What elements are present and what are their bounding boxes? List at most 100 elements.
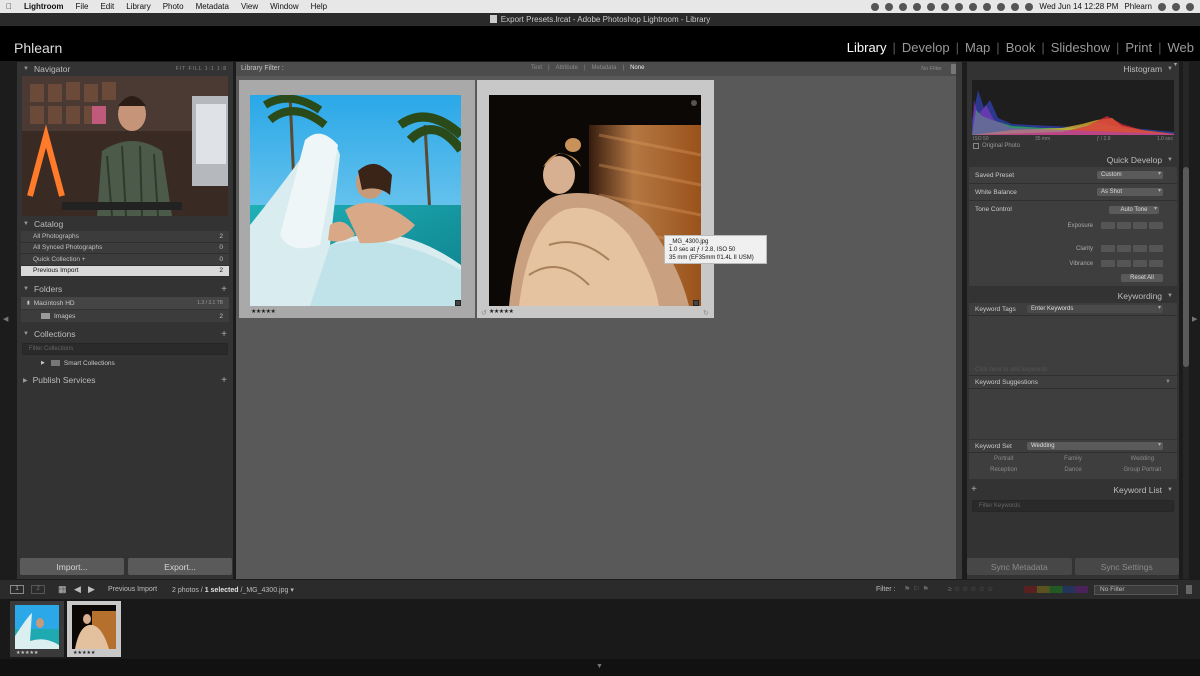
publish-services-header[interactable]: ▶ Publish Services + [17,373,233,387]
histogram-graph[interactable] [972,80,1174,135]
module-print[interactable]: Print [1119,40,1158,55]
menu-app-name[interactable]: Lightroom [18,2,70,11]
collapse-triangle-icon[interactable]: ▼ [23,331,29,337]
clarity-increase[interactable] [1133,245,1147,252]
navigator-header[interactable]: ▼ Navigator FIT FILL 1:1 1:8 [17,62,233,76]
quick-develop-header[interactable]: Quick Develop ▼ [967,153,1179,167]
vibrance-increase[interactable] [1133,260,1147,267]
photo-thumbnail[interactable] [250,95,461,306]
menu-photo[interactable]: Photo [157,2,190,11]
filter-metadata[interactable]: Metadata [592,65,617,71]
grid-view-icon[interactable]: ▦ [58,584,67,595]
keyword-set-dropdown[interactable]: Wedding [1027,441,1163,450]
left-panel-toggle-icon[interactable]: ◀ [3,315,8,323]
photo-thumbnail[interactable] [489,95,701,306]
siri-icon[interactable] [1172,2,1180,11]
status-icon[interactable] [927,2,936,11]
menu-file[interactable]: File [70,2,95,11]
export-button[interactable]: Export... [128,558,232,575]
collapse-triangle-icon[interactable]: ▼ [1167,487,1173,493]
saved-preset-dropdown[interactable]: Custom [1097,170,1163,179]
collection-set[interactable]: ▶ Smart Collections [21,357,229,369]
module-web[interactable]: Web [1162,40,1200,55]
back-arrow-icon[interactable]: ◀ [74,584,81,595]
spotlight-icon[interactable] [1158,2,1166,11]
clarity-decrease[interactable] [1117,245,1131,252]
menu-window[interactable]: Window [264,2,304,11]
battery-icon[interactable] [1011,2,1020,11]
collapse-triangle-icon[interactable]: ▼ [23,286,29,292]
primary-window-button[interactable]: 1 [10,585,24,594]
catalog-item[interactable]: All Synced Photographs 0 [21,242,229,254]
vibrance-decrease-large[interactable] [1101,260,1115,267]
vibrance-decrease[interactable] [1117,260,1131,267]
menubar-user[interactable]: Phlearn [1124,2,1152,11]
color-label-filter[interactable] [1024,586,1088,593]
exposure-decrease[interactable] [1117,222,1131,229]
grid-cell-selected[interactable]: ★★★★★ ↺ ↻ [477,80,714,318]
filmstrip[interactable]: ★★★★★ ★★★★★ [0,599,1200,659]
keyword-set-item[interactable]: Family [1038,456,1107,462]
volume-row[interactable]: ▮ Macintosh HD 1.3 / 3.1 TB [21,297,229,309]
grid-scrollbar[interactable] [956,62,962,579]
add-keyword-icon[interactable]: + [971,484,977,495]
filmstrip-source[interactable]: Previous Import [108,586,157,593]
airplay-icon[interactable] [983,2,992,11]
sync-settings-button[interactable]: Sync Settings [1074,558,1179,575]
menu-library[interactable]: Library [120,2,156,11]
white-balance-dropdown[interactable]: As Shot [1097,187,1163,196]
rotate-left-icon[interactable]: ↺ [481,309,487,317]
bluetooth-icon[interactable] [955,2,964,11]
expand-triangle-icon[interactable]: ▮ [27,300,30,306]
vibrance-increase-large[interactable] [1149,260,1163,267]
reset-all-button[interactable]: Reset All [1121,273,1163,282]
rotate-right-icon[interactable]: ↻ [703,309,709,317]
auto-tone-button[interactable]: Auto Tone [1109,205,1159,214]
notification-center-icon[interactable] [1186,2,1194,11]
navigator-preview[interactable] [22,76,228,216]
grid-cell[interactable]: ★★★★★ [239,80,475,318]
keywording-header[interactable]: Keywording ▼ [967,289,1179,303]
grid-view[interactable]: ★★★★★ ★★★★★ ↺ ↻ [236,76,956,579]
star-filter-icons[interactable]: ≥☆☆☆☆☆ [948,585,995,593]
catalog-item-selected[interactable]: Previous Import 2 [21,265,229,277]
secondary-window-button[interactable]: 2 [31,585,45,594]
filmstrip-filter-dropdown[interactable]: No Filter [1094,585,1178,595]
sync-metadata-button[interactable]: Sync Metadata [967,558,1072,575]
menu-metadata[interactable]: Metadata [190,2,235,11]
keyword-set-item[interactable]: Reception [969,467,1038,473]
folders-header[interactable]: ▼ Folders + [17,282,233,296]
star-rating[interactable]: ★★★★★ [489,308,514,315]
status-icon[interactable] [899,2,908,11]
flag-filter-icons[interactable]: ⚑⚐⚑ [904,585,932,593]
keyword-list-header[interactable]: + Keyword List ▼ [967,483,1179,497]
module-book[interactable]: Book [1000,40,1042,55]
module-develop[interactable]: Develop [896,40,956,55]
filter-preset-dropdown[interactable]: No Filter [921,66,942,72]
keyword-suggestions-row[interactable]: Keyword Suggestions ▼ [969,376,1177,389]
scrollbar-thumb[interactable] [1183,167,1189,367]
wifi-icon[interactable] [969,2,978,11]
clarity-decrease-large[interactable] [1101,245,1115,252]
module-library[interactable]: Library [841,40,893,55]
catalog-header[interactable]: ▼ Catalog [17,217,233,231]
collapse-triangle-icon[interactable]: ▼ [1167,66,1173,72]
volume-icon[interactable] [997,2,1006,11]
keyword-list-filter-input[interactable]: Filter Keywords [972,500,1174,512]
exposure-increase[interactable] [1133,222,1147,229]
filmstrip-count[interactable]: 2 photos / 1 selected /_MG_4300.jpg ▾ [172,586,294,594]
catalog-item[interactable]: All Photographs 2 [21,231,229,243]
star-rating[interactable]: ★★★★★ [251,308,276,315]
filter-lock-icon[interactable] [1186,585,1192,594]
exposure-decrease-large[interactable] [1101,222,1115,229]
collections-header[interactable]: ▼ Collections + [17,327,233,341]
clarity-increase-large[interactable] [1149,245,1163,252]
collapse-triangle-icon[interactable]: ▼ [23,66,29,72]
collapse-triangle-icon[interactable]: ▼ [23,221,29,227]
keyword-tags-dropdown[interactable]: Enter Keywords [1027,304,1163,313]
filmstrip-toggle-icon[interactable]: ▼ [596,663,603,670]
navigator-zoom-options[interactable]: FIT FILL 1:1 1:8 [176,66,227,72]
apple-icon[interactable]:  [0,2,18,11]
metadata-badge-icon[interactable] [455,300,461,306]
module-slideshow[interactable]: Slideshow [1045,40,1116,55]
